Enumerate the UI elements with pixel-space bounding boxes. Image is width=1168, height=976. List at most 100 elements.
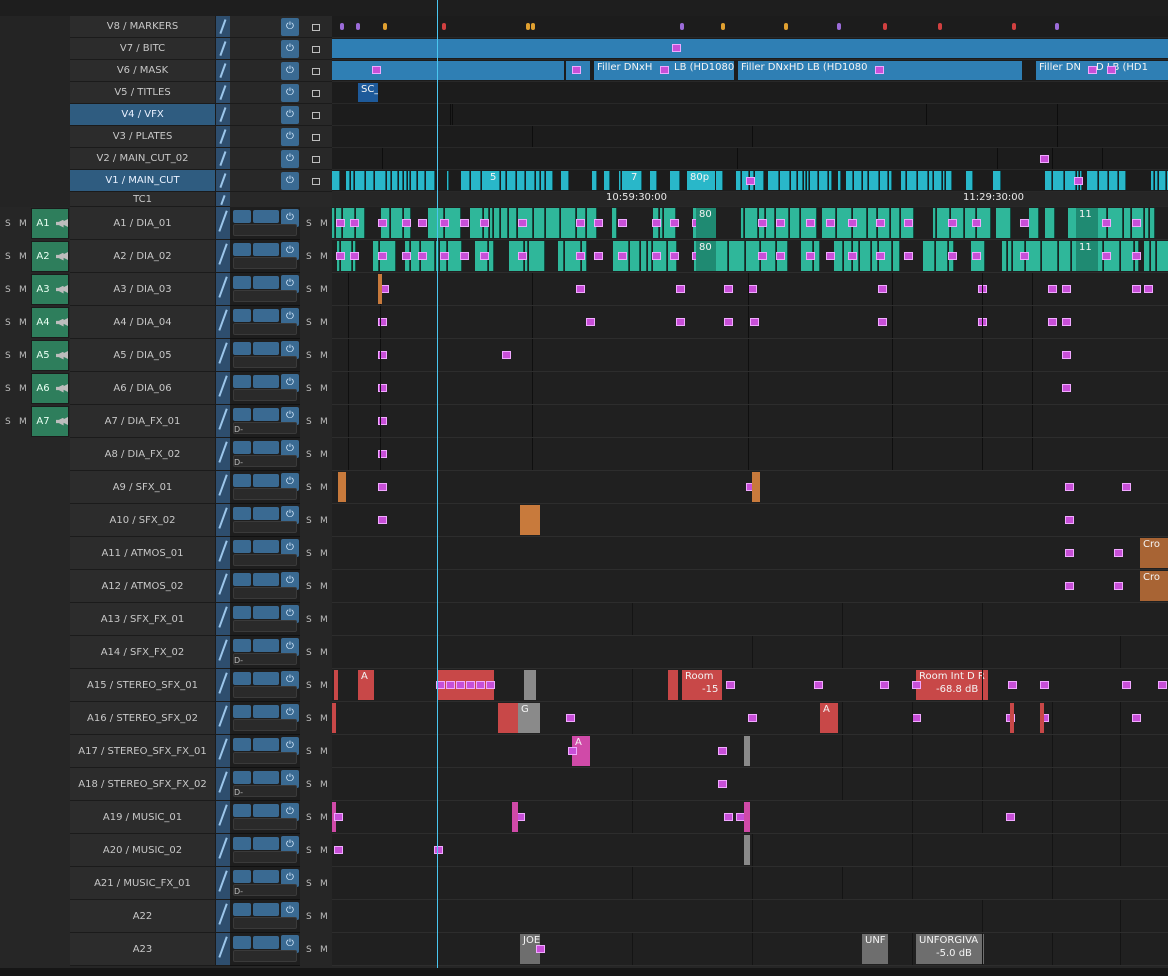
marker-icon[interactable] — [724, 285, 733, 293]
monitor-icon[interactable] — [312, 112, 320, 119]
monitor-icon[interactable] — [312, 24, 320, 31]
marker-icon[interactable] — [718, 780, 727, 788]
video-clip[interactable] — [946, 171, 952, 190]
mute-button[interactable]: M — [19, 219, 27, 229]
mute-button[interactable]: M — [19, 318, 27, 328]
timeline-marker[interactable] — [383, 23, 387, 30]
marker-icon[interactable] — [726, 681, 735, 689]
marker-icon[interactable] — [1065, 483, 1074, 491]
video-clip[interactable] — [526, 171, 535, 190]
marker-icon[interactable] — [336, 219, 345, 227]
mute-button[interactable]: M — [19, 252, 27, 262]
marker-icon[interactable] — [1065, 549, 1074, 557]
atmos-clip[interactable]: Cro — [1140, 538, 1168, 568]
mute-button[interactable]: M — [320, 879, 328, 889]
mute-button[interactable]: M — [320, 615, 328, 625]
pencil-icon[interactable] — [216, 82, 230, 104]
solo-button[interactable]: S — [306, 648, 312, 658]
playhead-line[interactable] — [437, 0, 438, 976]
timeline-marker[interactable] — [883, 23, 887, 30]
marker-icon[interactable] — [758, 219, 767, 227]
dialogue-clip[interactable] — [509, 208, 517, 238]
pencil-icon[interactable] — [216, 372, 230, 405]
dialogue-clip[interactable] — [933, 208, 936, 238]
dialogue-clip[interactable] — [1059, 241, 1071, 271]
routing-icon[interactable] — [253, 738, 279, 751]
pencil-icon[interactable] — [216, 38, 230, 60]
waveform-icon[interactable] — [233, 936, 251, 949]
solo-button[interactable]: S — [306, 384, 312, 394]
pencil-icon[interactable] — [216, 104, 230, 126]
marker-icon[interactable] — [378, 219, 387, 227]
marker-icon[interactable] — [748, 714, 757, 722]
bottom-scrollbar[interactable] — [0, 968, 1168, 976]
routing-icon[interactable] — [253, 639, 279, 652]
solo-button[interactable]: S — [306, 582, 312, 592]
marker-icon[interactable] — [904, 219, 913, 227]
pencil-icon[interactable] — [216, 801, 230, 834]
solo-button[interactable]: S — [5, 252, 11, 262]
dialogue-clip[interactable] — [561, 208, 576, 238]
stereo-clip[interactable] — [334, 670, 338, 700]
volume-slider[interactable] — [233, 290, 297, 302]
video-clip[interactable] — [332, 171, 340, 190]
video-clip[interactable] — [1109, 171, 1118, 190]
pencil-icon[interactable] — [216, 735, 230, 768]
marker-icon[interactable] — [1062, 384, 1071, 392]
mute-button[interactable]: M — [320, 450, 328, 460]
video-clip[interactable] — [889, 171, 892, 190]
monitor-icon[interactable] — [312, 46, 320, 53]
routing-icon[interactable] — [253, 606, 279, 619]
video-clip[interactable] — [810, 171, 818, 190]
stereo-clip[interactable] — [668, 670, 678, 700]
solo-button[interactable]: S — [306, 417, 312, 427]
audio-track-label[interactable]: A21 / MUSIC_FX_01 — [70, 867, 216, 900]
dialogue-clip[interactable] — [1029, 208, 1039, 238]
dialogue-clip[interactable] — [1144, 241, 1150, 271]
video-clip[interactable] — [934, 171, 942, 190]
dialogue-clip[interactable] — [1124, 208, 1131, 238]
mute-button[interactable]: M — [320, 351, 328, 361]
marker-icon[interactable] — [1062, 318, 1071, 326]
solo-button[interactable]: S — [306, 483, 312, 493]
audio-track-label[interactable]: A1 / DIA_01 — [70, 207, 216, 240]
video-clip[interactable] — [517, 171, 525, 190]
marker-icon[interactable] — [518, 219, 527, 227]
solo-button[interactable]: S — [306, 846, 312, 856]
marker-icon[interactable] — [402, 252, 411, 260]
waveform-icon[interactable] — [233, 309, 251, 322]
marker-icon[interactable] — [418, 219, 427, 227]
routing-icon[interactable] — [253, 771, 279, 784]
marker-icon[interactable] — [746, 177, 755, 185]
video-track-label[interactable]: V2 / MAIN_CUT_02 — [70, 148, 216, 170]
video-clip[interactable] — [907, 171, 917, 190]
volume-slider[interactable] — [233, 323, 297, 335]
timeline-marker[interactable] — [837, 23, 841, 30]
pencil-icon[interactable] — [216, 768, 230, 801]
dialogue-clip[interactable] — [1045, 208, 1055, 238]
pencil-icon[interactable] — [216, 339, 230, 372]
pencil-icon[interactable] — [216, 537, 230, 570]
dialogue-clip[interactable] — [996, 208, 1011, 238]
mute-button[interactable]: M — [320, 780, 328, 790]
marker-icon[interactable] — [576, 219, 585, 227]
marker-icon[interactable] — [1062, 351, 1071, 359]
dialogue-clip[interactable] — [641, 241, 647, 271]
marker-icon[interactable] — [350, 219, 359, 227]
routing-icon[interactable] — [253, 540, 279, 553]
power-icon[interactable]: ⏻ — [281, 40, 299, 58]
video-clip[interactable]: 5 — [487, 171, 499, 190]
dialogue-clip[interactable] — [1150, 208, 1155, 238]
timeline-marker[interactable] — [1055, 23, 1059, 30]
marker-icon[interactable] — [576, 252, 585, 260]
marker-icon[interactable] — [334, 813, 343, 821]
timeline-marker[interactable] — [526, 23, 530, 30]
music-clip[interactable]: UNFORGIVA -5.0 dB — [916, 934, 984, 964]
stereo-clip[interactable] — [498, 703, 520, 733]
video-clip[interactable] — [411, 171, 417, 190]
mute-button[interactable]: M — [320, 219, 328, 229]
video-clip[interactable] — [755, 171, 764, 190]
marker-icon[interactable] — [334, 846, 343, 854]
power-icon[interactable]: ⏻ — [281, 106, 299, 124]
waveform-icon[interactable] — [233, 573, 251, 586]
